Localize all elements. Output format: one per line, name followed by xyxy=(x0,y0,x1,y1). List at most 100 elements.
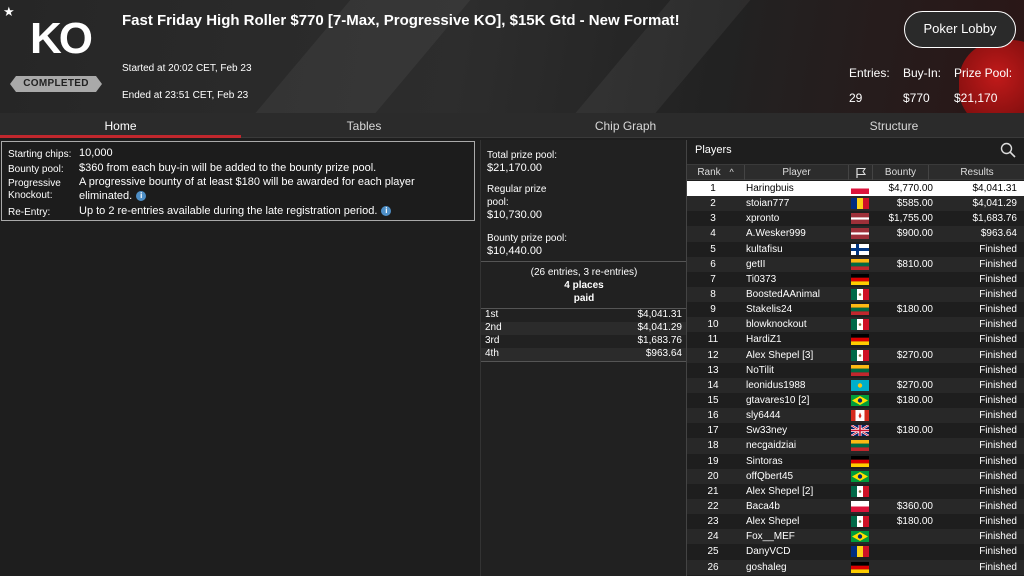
player-rank: 11 xyxy=(707,334,719,346)
lithuania-flag-icon xyxy=(851,258,869,270)
results-column-header[interactable]: Results xyxy=(929,165,1024,180)
bounty-pool-label: Bounty pool: xyxy=(8,164,64,175)
tab-structure[interactable]: Structure xyxy=(764,113,1024,138)
player-row[interactable]: 22 Baca4b $360.00 Finished xyxy=(687,498,1024,515)
player-name: Alex Shepel xyxy=(746,516,800,528)
player-name: Sintoras xyxy=(746,455,783,467)
reentry-label: Re-Entry: xyxy=(8,207,51,218)
player-rank: 24 xyxy=(707,531,719,543)
player-row[interactable]: 5 kultafisu Finished xyxy=(687,242,1024,257)
player-name: Fox__MEF xyxy=(746,531,795,543)
player-rank: 1 xyxy=(710,183,716,194)
mexico-flag-icon xyxy=(851,516,869,528)
reentry-row: Up to 2 re-entries available during the … xyxy=(79,205,392,217)
favorite-star-icon[interactable]: ★ xyxy=(3,4,15,20)
lithuania-flag-icon xyxy=(851,364,869,376)
player-result: Finished xyxy=(979,500,1017,512)
player-result: Finished xyxy=(979,394,1017,406)
active-tab-indicator xyxy=(0,135,241,138)
player-row[interactable]: 12 Alex Shepel [3] $270.00 Finished xyxy=(687,347,1024,363)
player-row[interactable]: 3 xpronto $1,755.00 $1,683.76 xyxy=(687,211,1024,226)
player-rank: 6 xyxy=(710,258,716,270)
player-row[interactable]: 23 Alex Shepel $180.00 Finished xyxy=(687,514,1024,529)
player-row[interactable]: 17 Sw33ney $180.00 Finished xyxy=(687,423,1024,438)
player-result: Finished xyxy=(979,334,1017,346)
player-row[interactable]: 16 sly6444 Finished xyxy=(687,408,1024,424)
player-row[interactable]: 10 blowknockout Finished xyxy=(687,317,1024,333)
poker-lobby-button[interactable]: Poker Lobby xyxy=(904,11,1016,48)
regular-prize-value: $10,730.00 xyxy=(487,209,543,221)
progressive-value-cont: eliminated. i xyxy=(79,190,147,202)
places-paid: 4 places xyxy=(564,280,604,291)
progressive-label: Progressive xyxy=(8,178,61,189)
player-result: Finished xyxy=(979,288,1017,300)
player-row[interactable]: 18 necgaidziai Finished xyxy=(687,438,1024,454)
player-row[interactable]: 25 DanyVCD Finished xyxy=(687,544,1024,559)
player-name: HardiZ1 xyxy=(746,334,782,346)
payout-row: 4th $963.64 xyxy=(481,348,687,361)
player-row[interactable]: 20 offQbert45 Finished xyxy=(687,468,1024,484)
player-row[interactable]: 6 getII $810.00 Finished xyxy=(687,256,1024,272)
player-rank: 19 xyxy=(707,455,719,467)
player-row[interactable]: 13 NoTilit Finished xyxy=(687,363,1024,378)
starting-chips-value: 10,000 xyxy=(79,147,113,159)
player-row[interactable]: 11 HardiZ1 Finished xyxy=(687,332,1024,347)
tab-tables[interactable]: Tables xyxy=(241,113,487,138)
player-result: Finished xyxy=(979,561,1017,573)
player-bounty: $810.00 xyxy=(896,258,933,270)
payout-place: 2nd xyxy=(485,322,502,333)
player-result: Finished xyxy=(979,410,1017,422)
player-result: Finished xyxy=(979,440,1017,452)
info-icon[interactable]: i xyxy=(381,206,392,217)
player-result: $963.64 xyxy=(980,228,1017,240)
romania-flag-icon xyxy=(851,198,869,210)
player-name: Baca4b xyxy=(746,500,780,512)
reentry-value: Up to 2 re-entries available during the … xyxy=(79,205,378,217)
player-rank: 2 xyxy=(710,198,716,210)
total-prize-label: Total prize pool: xyxy=(487,150,558,161)
player-row[interactable]: 14 leonidus1988 $270.00 Finished xyxy=(687,377,1024,393)
player-name: necgaidziai xyxy=(746,440,797,452)
info-icon[interactable]: i xyxy=(136,191,147,202)
player-rank: 26 xyxy=(707,561,719,573)
player-bounty: $270.00 xyxy=(896,379,933,391)
entries-note: (26 entries, 3 re-entries) xyxy=(530,267,638,278)
player-name: gtavares10 [2] xyxy=(746,394,810,406)
bounty-column-header[interactable]: Bounty xyxy=(873,165,929,180)
player-row[interactable]: 26 goshaleg Finished xyxy=(687,559,1024,575)
flag-column-header[interactable] xyxy=(849,165,873,180)
player-row[interactable]: 19 Sintoras Finished xyxy=(687,454,1024,469)
player-row[interactable]: 21 Alex Shepel [2] Finished xyxy=(687,484,1024,499)
starting-chips-label: Starting chips: xyxy=(8,149,72,160)
player-row[interactable]: 2 stoian777 $585.00 $4,041.29 xyxy=(687,196,1024,212)
player-row[interactable]: 7 Ti0373 Finished xyxy=(687,272,1024,287)
player-name: goshaleg xyxy=(746,561,787,573)
entries-label: Entries: xyxy=(849,66,890,80)
tab-chip-graph[interactable]: Chip Graph xyxy=(487,113,764,138)
player-row[interactable]: 9 Stakelis24 $180.00 Finished xyxy=(687,302,1024,317)
player-result: Finished xyxy=(979,364,1017,376)
player-result: $4,041.29 xyxy=(972,198,1018,210)
players-table-header: Rank ^ Player Bounty Results xyxy=(687,164,1024,180)
rank-column-header[interactable]: Rank ^ xyxy=(687,165,745,180)
germany-flag-icon xyxy=(851,273,869,285)
player-result: $1,683.76 xyxy=(972,213,1018,225)
mexico-flag-icon xyxy=(851,485,869,497)
player-result: Finished xyxy=(979,546,1017,558)
player-name: getII xyxy=(746,258,766,270)
player-row[interactable]: 4 A.Wesker999 $900.00 $963.64 xyxy=(687,226,1024,242)
player-name: Sw33ney xyxy=(746,425,788,437)
player-rank: 9 xyxy=(710,304,716,316)
player-column-header[interactable]: Player xyxy=(745,165,849,180)
player-row[interactable]: 15 gtavares10 [2] $180.00 Finished xyxy=(687,393,1024,408)
player-row[interactable]: 24 Fox__MEF Finished xyxy=(687,529,1024,545)
prizepool-label: Prize Pool: xyxy=(954,66,1013,80)
payout-amount: $4,041.29 xyxy=(637,322,683,333)
places-paid-cont: paid xyxy=(573,293,595,304)
player-rank: 22 xyxy=(707,500,719,512)
player-rank: 8 xyxy=(710,288,716,300)
player-row[interactable]: 8 BoostedAAnimal Finished xyxy=(687,286,1024,303)
payout-place: 4th xyxy=(485,348,499,359)
search-icon[interactable] xyxy=(1000,142,1016,158)
player-row[interactable]: 1 Haringbuis $4,770.00 $4,041.31 xyxy=(687,181,1024,197)
